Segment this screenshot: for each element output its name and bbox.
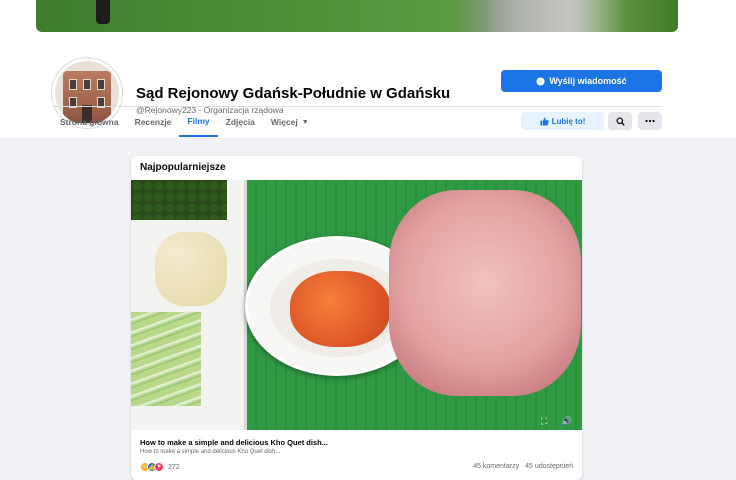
tab-label: Więcej bbox=[270, 117, 298, 127]
video-description: How to make a simple and delicious Kho Q… bbox=[140, 449, 281, 455]
bowl-inner bbox=[270, 259, 408, 357]
tab-label: Zdjęcia bbox=[225, 117, 255, 127]
cover-photo[interactable] bbox=[36, 0, 678, 32]
minced-garlic bbox=[155, 232, 227, 306]
video-player[interactable]: ⛶ 🔊 bbox=[131, 180, 582, 430]
reactions-summary[interactable]: ☺ 👍 ♥ 272 bbox=[140, 462, 180, 472]
cover-figure bbox=[96, 0, 110, 24]
thumbs-up-icon bbox=[540, 117, 549, 126]
tab-label: Strona główna bbox=[60, 117, 119, 127]
more-icon bbox=[645, 119, 655, 123]
cover-path bbox=[486, 0, 626, 32]
comments-count[interactable]: 45 komentarzy bbox=[473, 463, 519, 470]
send-message-label: Wyślij wiadomość bbox=[549, 76, 627, 86]
page-tabs: Strona główna Recenzje Filmy Zdjęcia Wię… bbox=[52, 107, 317, 137]
tab-home[interactable]: Strona główna bbox=[52, 107, 127, 137]
white-plate bbox=[131, 180, 247, 430]
tab-videos[interactable]: Filmy bbox=[179, 107, 218, 137]
tab-photos[interactable]: Zdjęcia bbox=[218, 107, 263, 137]
tab-label: Filmy bbox=[187, 116, 210, 126]
reaction-count: 272 bbox=[168, 463, 180, 471]
like-label: Lubię to! bbox=[551, 116, 586, 126]
fullscreen-icon[interactable]: ⛶ bbox=[541, 416, 547, 427]
page-title: Sąd Rejonowy Gdańsk-Południe w Gdańsku bbox=[136, 85, 451, 102]
spring-onion bbox=[131, 312, 201, 406]
shares-count[interactable]: 45 udostępnień bbox=[525, 463, 573, 470]
tab-more[interactable]: Więcej ▼ bbox=[263, 107, 317, 137]
section-title: Najpopularniejsze bbox=[140, 162, 226, 173]
profile-header: Sąd Rejonowy Gdańsk-Południe w Gdańsku @… bbox=[0, 32, 736, 138]
tab-label: Recenzje bbox=[134, 117, 172, 127]
chevron-down-icon: ▼ bbox=[301, 118, 309, 126]
pork-pieces bbox=[389, 190, 581, 396]
more-options-button[interactable] bbox=[638, 112, 662, 130]
avatar-window bbox=[97, 79, 105, 90]
send-message-button[interactable]: Wyślij wiadomość bbox=[501, 70, 662, 92]
avatar-window bbox=[69, 79, 77, 90]
search-icon bbox=[615, 116, 625, 126]
search-button[interactable] bbox=[608, 112, 632, 130]
engagement-stats: 45 komentarzy 45 udostępnień bbox=[473, 463, 573, 470]
tab-reviews[interactable]: Recenzje bbox=[127, 107, 180, 137]
love-reaction-icon: ♥ bbox=[154, 462, 164, 472]
green-peppercorns bbox=[131, 180, 227, 220]
popular-videos-card: Najpopularniejsze ⛶ 🔊 How to make a simp… bbox=[131, 156, 582, 480]
messenger-icon bbox=[536, 76, 545, 86]
volume-icon[interactable]: 🔊 bbox=[561, 416, 572, 427]
video-title[interactable]: How to make a simple and delicious Kho Q… bbox=[140, 438, 328, 447]
like-page-button[interactable]: Lubię to! bbox=[521, 112, 604, 130]
avatar-window bbox=[83, 79, 91, 90]
dried-shrimp bbox=[290, 271, 390, 347]
